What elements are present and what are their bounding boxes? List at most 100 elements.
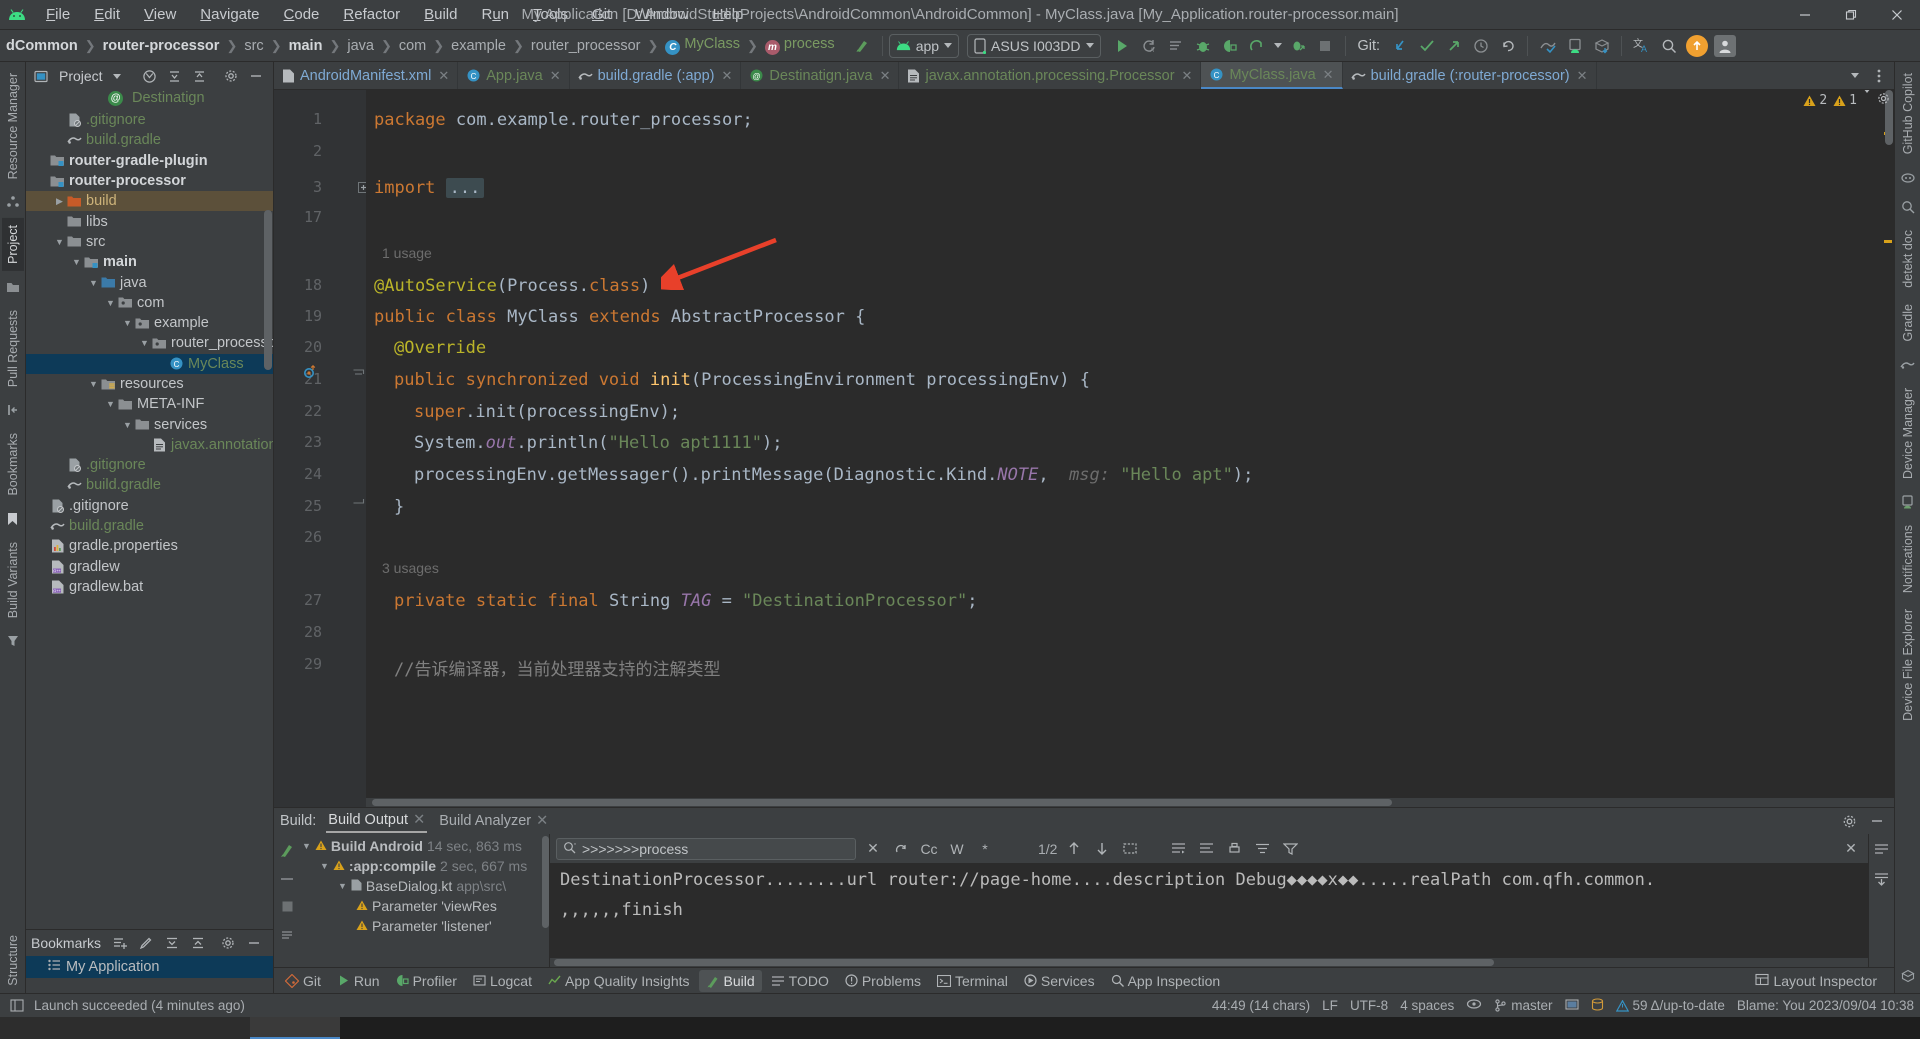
- bookmark-item-my-application[interactable]: My Application: [26, 956, 273, 978]
- close-tab-icon[interactable]: ✕: [550, 68, 561, 84]
- breadcrumb-item-4[interactable]: java: [343, 36, 378, 56]
- build-stop-icon[interactable]: [281, 900, 294, 917]
- method-fold-icon[interactable]: [352, 368, 365, 385]
- build-tree-scrollbar[interactable]: [542, 836, 549, 928]
- tree-item-gradle-properties[interactable]: gradle.properties: [26, 536, 273, 556]
- tab-build-analyzer[interactable]: Build Analyzer ✕: [437, 810, 550, 832]
- regex-option-toggle[interactable]: *: [974, 838, 996, 860]
- run-gutter-icon[interactable]: [302, 364, 317, 384]
- run-button[interactable]: [1109, 33, 1136, 59]
- editor-horizontal-scrollbar[interactable]: [366, 798, 1894, 807]
- bottom-tab-logcat[interactable]: Logcat: [466, 970, 539, 992]
- build-console-output[interactable]: DestinationProcessor........url router:/…: [550, 864, 1868, 967]
- update-available-icon[interactable]: [1686, 34, 1709, 57]
- device-file-explorer-icon[interactable]: [1588, 33, 1615, 59]
- tree-item-myclass[interactable]: C MyClass: [26, 353, 273, 374]
- method-fold-end-icon[interactable]: [352, 493, 365, 510]
- close-tab-icon[interactable]: ✕: [1323, 67, 1334, 83]
- toggle-tool-windows-icon[interactable]: [6, 995, 28, 1017]
- breadcrumb-item-5[interactable]: com: [395, 36, 430, 56]
- device-file-explorer-strip-icon[interactable]: [1897, 965, 1919, 987]
- push-icon[interactable]: [1440, 33, 1467, 59]
- hide-bookmarks-icon[interactable]: [243, 932, 265, 954]
- tree-item-gitignore[interactable]: .gitignore: [26, 455, 273, 475]
- search-everywhere-icon[interactable]: [1897, 196, 1919, 218]
- breadcrumb-item-3[interactable]: main: [285, 36, 327, 56]
- tree-item-javax-annotation-pro[interactable]: javax.annotation.pro: [26, 435, 273, 455]
- breadcrumb-item-7[interactable]: router_processor: [527, 36, 645, 56]
- menu-file[interactable]: File: [34, 3, 82, 26]
- bookmarks-settings-icon[interactable]: [217, 932, 239, 954]
- editor-area[interactable]: 1 2 3 17 18 19 20 21 22 23 24 25 26 27 28 29: [274, 90, 1894, 807]
- chevron-down-icon[interactable]: ▼: [320, 861, 329, 871]
- chevron-down-icon[interactable]: ▼: [104, 399, 117, 409]
- breadcrumb-item-2[interactable]: src: [240, 36, 267, 56]
- inspection-settings-icon[interactable]: [1877, 92, 1890, 109]
- build-settings-gear-icon[interactable]: [1838, 810, 1860, 832]
- gradle-icon[interactable]: [1897, 354, 1919, 376]
- tree-item-build-gradle[interactable]: build.gradle: [26, 475, 273, 495]
- editor-tab-build-gradle-router-processor[interactable]: build.gradle (:router-processor) ✕: [1343, 62, 1597, 89]
- menu-run[interactable]: Run: [469, 3, 521, 26]
- tool-tab-device-manager[interactable]: Device Manager: [1897, 381, 1919, 486]
- tree-item-src[interactable]: ▼ src: [26, 232, 273, 252]
- chevron-down-icon[interactable]: ▼: [302, 841, 311, 851]
- minimize-button[interactable]: [1782, 0, 1828, 30]
- tool-tab-bookmarks[interactable]: Bookmarks: [2, 426, 24, 503]
- tool-tab-resource-manager[interactable]: Resource Manager: [2, 66, 24, 186]
- scroll-to-end-icon[interactable]: [1195, 838, 1217, 860]
- chevron-down-icon[interactable]: ▼: [104, 298, 117, 308]
- console-settings-icon[interactable]: [1251, 838, 1273, 860]
- match-case-toggle[interactable]: Cc: [918, 838, 940, 860]
- close-icon[interactable]: ✕: [536, 813, 548, 829]
- console-wrap-toggle-icon[interactable]: [1871, 838, 1893, 860]
- tool-tab-detekt-doc[interactable]: detekt doc: [1897, 223, 1919, 295]
- collapse-all-bookmarks-icon[interactable]: [187, 932, 209, 954]
- tool-tab-github-copilot[interactable]: GitHub Copilot: [1897, 66, 1919, 161]
- tool-tab-project[interactable]: Project: [1, 218, 24, 272]
- line-separator[interactable]: LF: [1322, 998, 1338, 1013]
- collapse-all-icon[interactable]: [164, 65, 186, 87]
- bottom-tab-git[interactable]: Git: [278, 970, 328, 992]
- close-tab-icon[interactable]: ✕: [438, 68, 449, 84]
- indent-setting[interactable]: 4 spaces: [1400, 998, 1454, 1013]
- add-bookmark-icon[interactable]: [109, 932, 131, 954]
- find-next-icon[interactable]: [1091, 838, 1113, 860]
- tool-tab-notifications[interactable]: Notifications: [1897, 518, 1919, 600]
- build-variants-icon[interactable]: [2, 630, 24, 652]
- tool-tab-gradle[interactable]: Gradle: [1897, 297, 1919, 349]
- breadcrumb-item-6[interactable]: example: [447, 36, 510, 56]
- git-branch[interactable]: master: [1494, 998, 1553, 1013]
- chevron-down-icon[interactable]: [106, 65, 128, 87]
- menu-edit[interactable]: Edit: [82, 3, 132, 26]
- edit-bookmark-icon[interactable]: [135, 932, 157, 954]
- database-icon[interactable]: [1591, 997, 1604, 1014]
- tree-item-build-gradle[interactable]: build.gradle: [26, 130, 273, 150]
- menu-git[interactable]: Git: [580, 3, 623, 26]
- editor-tab-javax-annotation-processing-processor[interactable]: javax.annotation.processing.Processor ✕: [899, 62, 1202, 89]
- make-project-icon[interactable]: [849, 33, 876, 59]
- device-manager-icon[interactable]: [1561, 33, 1588, 59]
- chevron-down-icon[interactable]: ▼: [138, 338, 151, 348]
- profile-button[interactable]: [1217, 33, 1244, 59]
- folder-icon[interactable]: [2, 276, 24, 298]
- bookmark-icon[interactable]: [2, 508, 24, 530]
- build-tree-row[interactable]: ▼ BaseDialog.kt app\src\: [278, 876, 527, 896]
- warning-count-badge[interactable]: 2: [1803, 93, 1827, 108]
- bottom-tab-services[interactable]: Services: [1017, 970, 1102, 992]
- print-icon[interactable]: [1223, 838, 1245, 860]
- project-tree[interactable]: @ Destinatign .gitignore build.gradle rout…: [26, 90, 273, 929]
- whole-words-toggle[interactable]: W: [946, 838, 968, 860]
- tree-item-build-gradle[interactable]: build.gradle: [26, 516, 273, 536]
- bottom-tab-app-inspection[interactable]: App Inspection: [1104, 970, 1228, 992]
- close-tab-icon[interactable]: ✕: [722, 68, 733, 84]
- tool-tab-structure[interactable]: Structure: [2, 928, 24, 993]
- chevron-down-icon[interactable]: ▼: [121, 318, 134, 328]
- layout-inspector-button[interactable]: Layout Inspector: [1748, 970, 1884, 992]
- console-download-icon[interactable]: [1871, 868, 1893, 890]
- device-selector[interactable]: ASUS I003DD: [967, 33, 1101, 58]
- tree-item-com[interactable]: ▼ com: [26, 293, 273, 313]
- soft-wrap-icon[interactable]: [1167, 838, 1189, 860]
- chevron-down-icon[interactable]: ▼: [87, 379, 100, 389]
- rollback-icon[interactable]: [1494, 33, 1521, 59]
